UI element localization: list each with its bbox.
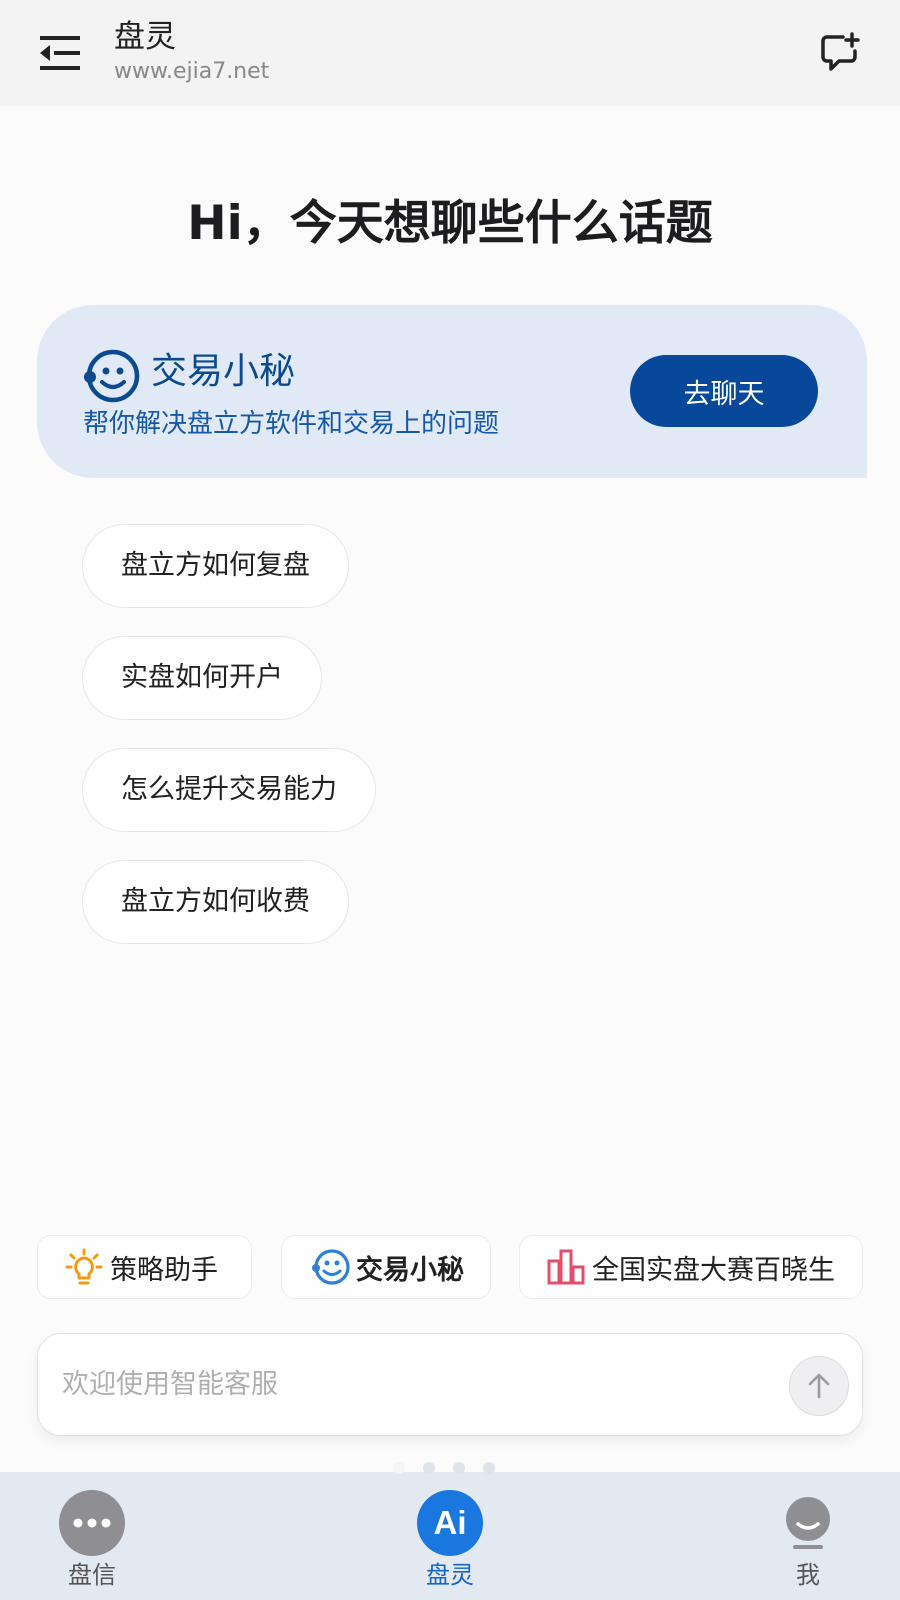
chat-add-icon <box>821 32 860 71</box>
tool-chip-label: 策略助手 <box>110 1254 218 1286</box>
bottom-nav: 盘信 Ai 盘灵 我 <box>0 1472 900 1600</box>
app-title: 盘灵 <box>114 19 176 55</box>
smiley-bot-icon <box>84 349 140 403</box>
nav-item-panling[interactable]: Ai 盘灵 <box>400 1490 500 1590</box>
suggestion-chip[interactable]: 盘立方如何复盘 <box>82 524 349 608</box>
suggestion-chip[interactable]: 怎么提升交易能力 <box>82 748 376 832</box>
ai-icon: Ai <box>417 1490 483 1556</box>
page-dot <box>483 1462 495 1474</box>
profile-face-icon <box>775 1490 841 1556</box>
page-indicator <box>393 1462 495 1474</box>
arrow-up-icon <box>808 1373 830 1399</box>
nav-label: 盘信 <box>68 1561 116 1589</box>
page-dot <box>423 1462 435 1474</box>
menu-collapse-icon <box>40 36 80 70</box>
chat-dots-icon <box>59 1490 125 1556</box>
nav-label: 我 <box>796 1561 820 1589</box>
tool-chip-trade-assistant[interactable]: 交易小秘 <box>281 1235 491 1299</box>
new-chat-button[interactable] <box>814 28 866 76</box>
tool-chip-label: 交易小秘 <box>356 1254 464 1286</box>
bar-chart-icon <box>547 1249 585 1285</box>
menu-button[interactable] <box>28 28 92 78</box>
suggestion-chip[interactable]: 实盘如何开户 <box>82 636 322 720</box>
message-input[interactable] <box>62 1356 762 1412</box>
tool-chip-label: 全国实盘大赛百晓生 <box>592 1254 835 1286</box>
page-dot <box>453 1462 465 1474</box>
suggestion-chip[interactable]: 盘立方如何收费 <box>82 860 349 944</box>
assistant-title: 交易小秘 <box>151 351 296 392</box>
app-header: 盘灵 www.ejia7.net <box>0 0 900 106</box>
nav-label: 盘灵 <box>426 1561 474 1589</box>
smiley-bot-icon <box>312 1249 350 1285</box>
nav-item-panxin[interactable]: 盘信 <box>42 1490 142 1590</box>
go-chat-button[interactable]: 去聊天 <box>630 355 818 427</box>
send-button[interactable] <box>789 1356 849 1416</box>
greeting-heading: Hi，今天想聊些什么话题 <box>187 196 713 251</box>
page-dot <box>393 1462 405 1474</box>
assistant-card[interactable]: 交易小秘 帮你解决盘立方软件和交易上的问题 去聊天 <box>37 305 867 478</box>
message-composer <box>37 1333 863 1436</box>
tool-chip-strategy[interactable]: 策略助手 <box>37 1235 252 1299</box>
assistant-description: 帮你解决盘立方软件和交易上的问题 <box>83 409 500 439</box>
ai-icon-text: Ai <box>433 1504 467 1541</box>
tool-chip-contest[interactable]: 全国实盘大赛百晓生 <box>519 1235 863 1299</box>
app-subtitle: www.ejia7.net <box>114 59 270 84</box>
lightbulb-icon <box>65 1248 103 1285</box>
nav-item-me[interactable]: 我 <box>758 1490 858 1590</box>
